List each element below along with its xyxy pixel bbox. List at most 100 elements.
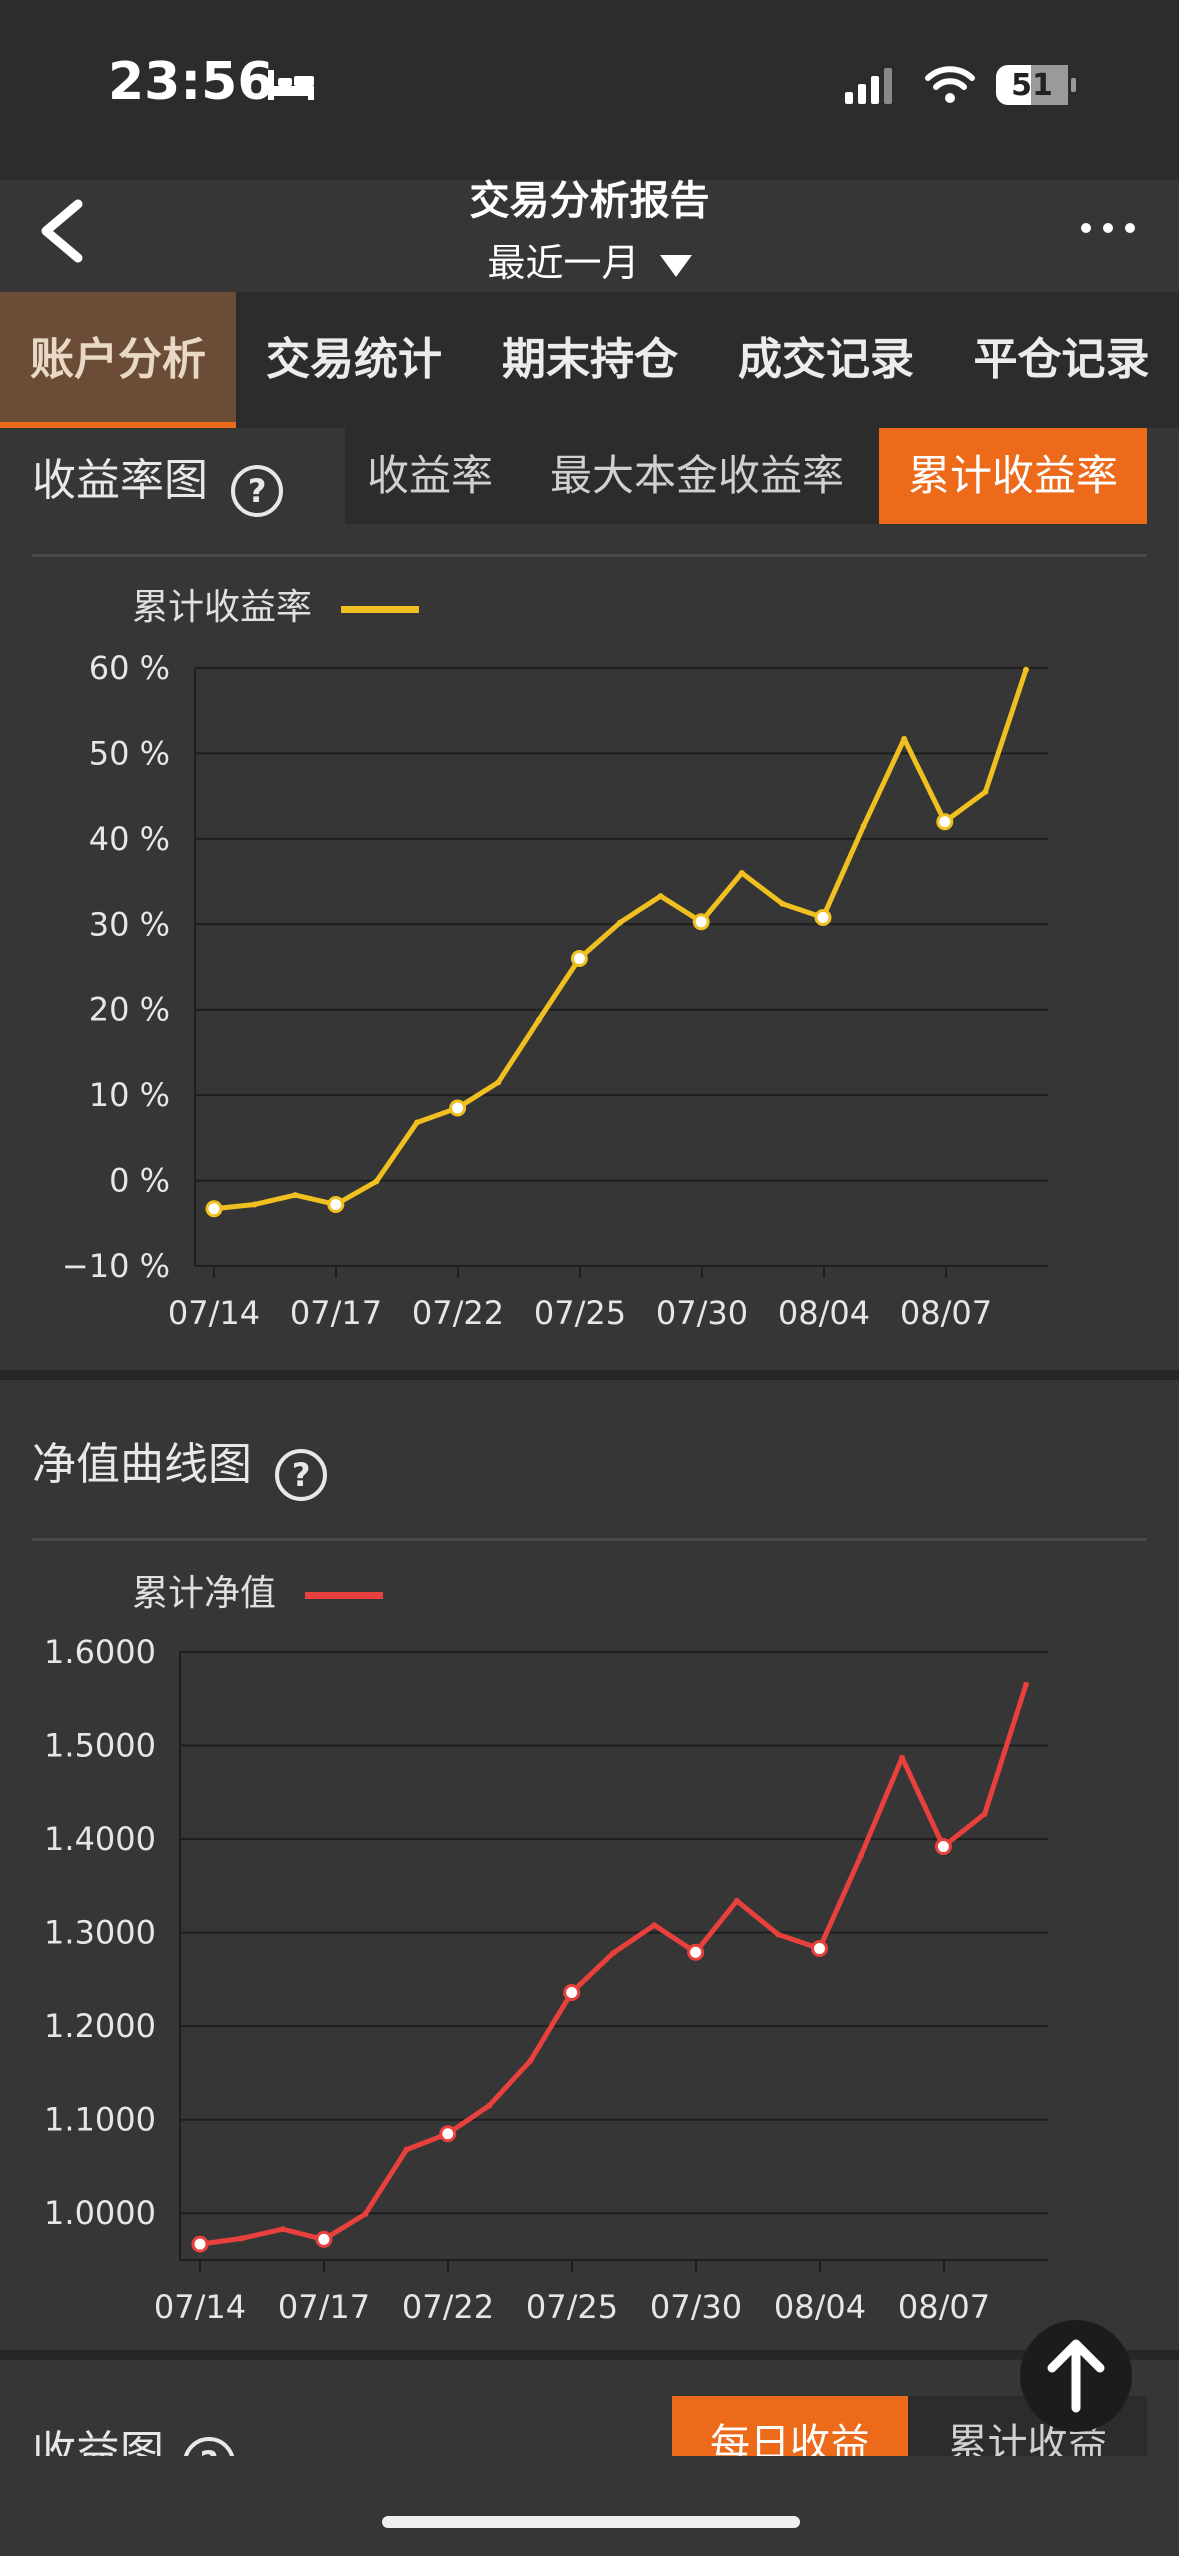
nav-chart-title: 净值曲线图 (32, 1439, 252, 1490)
x-tick-label: 07/17 (278, 2288, 370, 2320)
data-point (449, 1099, 467, 1117)
data-point (982, 788, 989, 795)
return-rate-chart: 60 % 50 % 40 % 30 % 20 % 10 % 0 % −10 % 07/14 07/… (62, 649, 1048, 1332)
scroll-to-top-button[interactable] (1020, 2320, 1132, 2432)
y-tick-label: 30 % (89, 905, 170, 943)
tab-deal-records[interactable]: 成交记录 (708, 292, 944, 428)
dropdown-triangle-icon (659, 254, 692, 277)
data-point (403, 2146, 410, 2153)
data-point (486, 2102, 493, 2109)
data-point (527, 2057, 534, 2064)
net-value-chart: 1.6000 1.5000 1.4000 1.3000 1.2000 1.1000 1.00… (44, 1633, 1048, 2320)
profit-chart-title: 收益图 (32, 2427, 164, 2456)
data-point (315, 2230, 333, 2248)
divider (32, 554, 1147, 557)
y-tick-label: 60 % (89, 649, 170, 687)
data-point (570, 949, 588, 967)
y-tick-label: 1.6000 (44, 1633, 156, 1671)
status-time: 23:56 (108, 52, 274, 112)
x-tick-label: 08/04 (774, 2288, 866, 2320)
segment-cumulative-return[interactable]: 累计收益率 (879, 428, 1147, 524)
data-point (934, 1838, 952, 1856)
data-point (692, 913, 710, 931)
wifi-icon (924, 62, 976, 110)
y-tick-label: 0 % (109, 1162, 170, 1200)
data-point (362, 2211, 369, 2218)
data-point (251, 1201, 258, 1208)
data-point (279, 2226, 286, 2233)
tab-trade-stats[interactable]: 交易统计 (236, 292, 472, 428)
x-tick-label: 07/30 (656, 1294, 748, 1332)
x-tick-label: 07/14 (168, 1294, 260, 1332)
data-point (857, 1852, 864, 1859)
legend-label: 累计收益率 (132, 587, 313, 628)
tab-close-records[interactable]: 平仓记录 (944, 292, 1179, 428)
x-tick-label: 08/07 (900, 1294, 992, 1332)
data-point (327, 1195, 345, 1213)
data-point (738, 870, 745, 877)
data-point (775, 1931, 782, 1938)
legend-swatch (341, 605, 420, 613)
data-point (1023, 1681, 1029, 1688)
y-tick-label: 50 % (89, 734, 170, 772)
data-point (495, 1079, 502, 1086)
segment-max-principal-return[interactable]: 最大本金收益率 (515, 428, 879, 524)
more-button[interactable] (1078, 216, 1138, 240)
x-tick-label: 08/04 (778, 1294, 870, 1332)
data-point (563, 1983, 581, 2001)
y-tick-label: 1.3000 (44, 1914, 156, 1952)
section-separator (0, 2350, 1179, 2360)
segment-return[interactable]: 收益率 (345, 428, 515, 524)
help-icon[interactable]: ? (275, 1448, 328, 1501)
data-point (617, 919, 623, 926)
data-point (936, 813, 954, 831)
x-tick-label: 07/25 (534, 1294, 626, 1332)
section-separator (0, 1370, 1179, 1380)
data-point (205, 1200, 223, 1218)
return-chart-header: 收益率图 ? (32, 444, 284, 517)
profit-chart-header: 收益图 ? (32, 2416, 236, 2456)
data-point (899, 1754, 906, 1761)
series-line (213, 668, 1029, 1212)
data-point (779, 900, 786, 907)
data-point (860, 823, 867, 830)
data-point (733, 1897, 740, 1904)
segment-daily-profit[interactable]: 每日收益 (672, 2396, 908, 2456)
period-selector[interactable]: 最近一月 (0, 232, 1179, 287)
help-icon[interactable]: ? (183, 2436, 236, 2456)
return-chart-title: 收益率图 (32, 455, 208, 506)
bottom-fade (0, 2456, 1179, 2556)
nav-chart-header: 净值曲线图 ? (32, 1428, 328, 1501)
tab-end-positions[interactable]: 期末持仓 (472, 292, 708, 428)
y-tick-label: −10 % (62, 1247, 170, 1285)
data-point (439, 2125, 457, 2143)
data-point (687, 1943, 705, 1961)
y-tick-label: 40 % (89, 820, 170, 858)
battery-level: 51 (1011, 68, 1053, 103)
page-title: 交易分析报告 (469, 178, 710, 224)
data-point (651, 1922, 658, 1929)
data-point (814, 908, 832, 926)
data-point (414, 1119, 420, 1126)
x-tick-label: 07/22 (412, 1294, 504, 1332)
x-tick-label: 07/25 (526, 2288, 618, 2320)
help-icon[interactable]: ? (231, 464, 284, 517)
x-tick-label: 07/30 (650, 2288, 742, 2320)
data-point (292, 1192, 299, 1199)
sleep-icon (266, 66, 316, 106)
y-tick-label: 1.0000 (44, 2194, 156, 2232)
period-label: 最近一月 (487, 241, 640, 285)
tab-account-analysis[interactable]: 账户分析 (0, 292, 236, 428)
return-legend: 累计收益率 (132, 578, 420, 630)
data-point (535, 1016, 542, 1023)
nav-legend: 累计净值 (132, 1564, 384, 1616)
data-point (610, 1950, 616, 1957)
data-point (981, 1810, 988, 1817)
series-line (199, 1683, 1029, 2247)
y-tick-label: 1.1000 (44, 2101, 156, 2139)
arrow-up-icon (1047, 2339, 1105, 2413)
home-indicator (382, 2516, 800, 2528)
y-tick-label: 10 % (89, 1076, 170, 1114)
y-tick-label: 1.2000 (44, 2007, 156, 2045)
data-point (191, 2235, 209, 2253)
